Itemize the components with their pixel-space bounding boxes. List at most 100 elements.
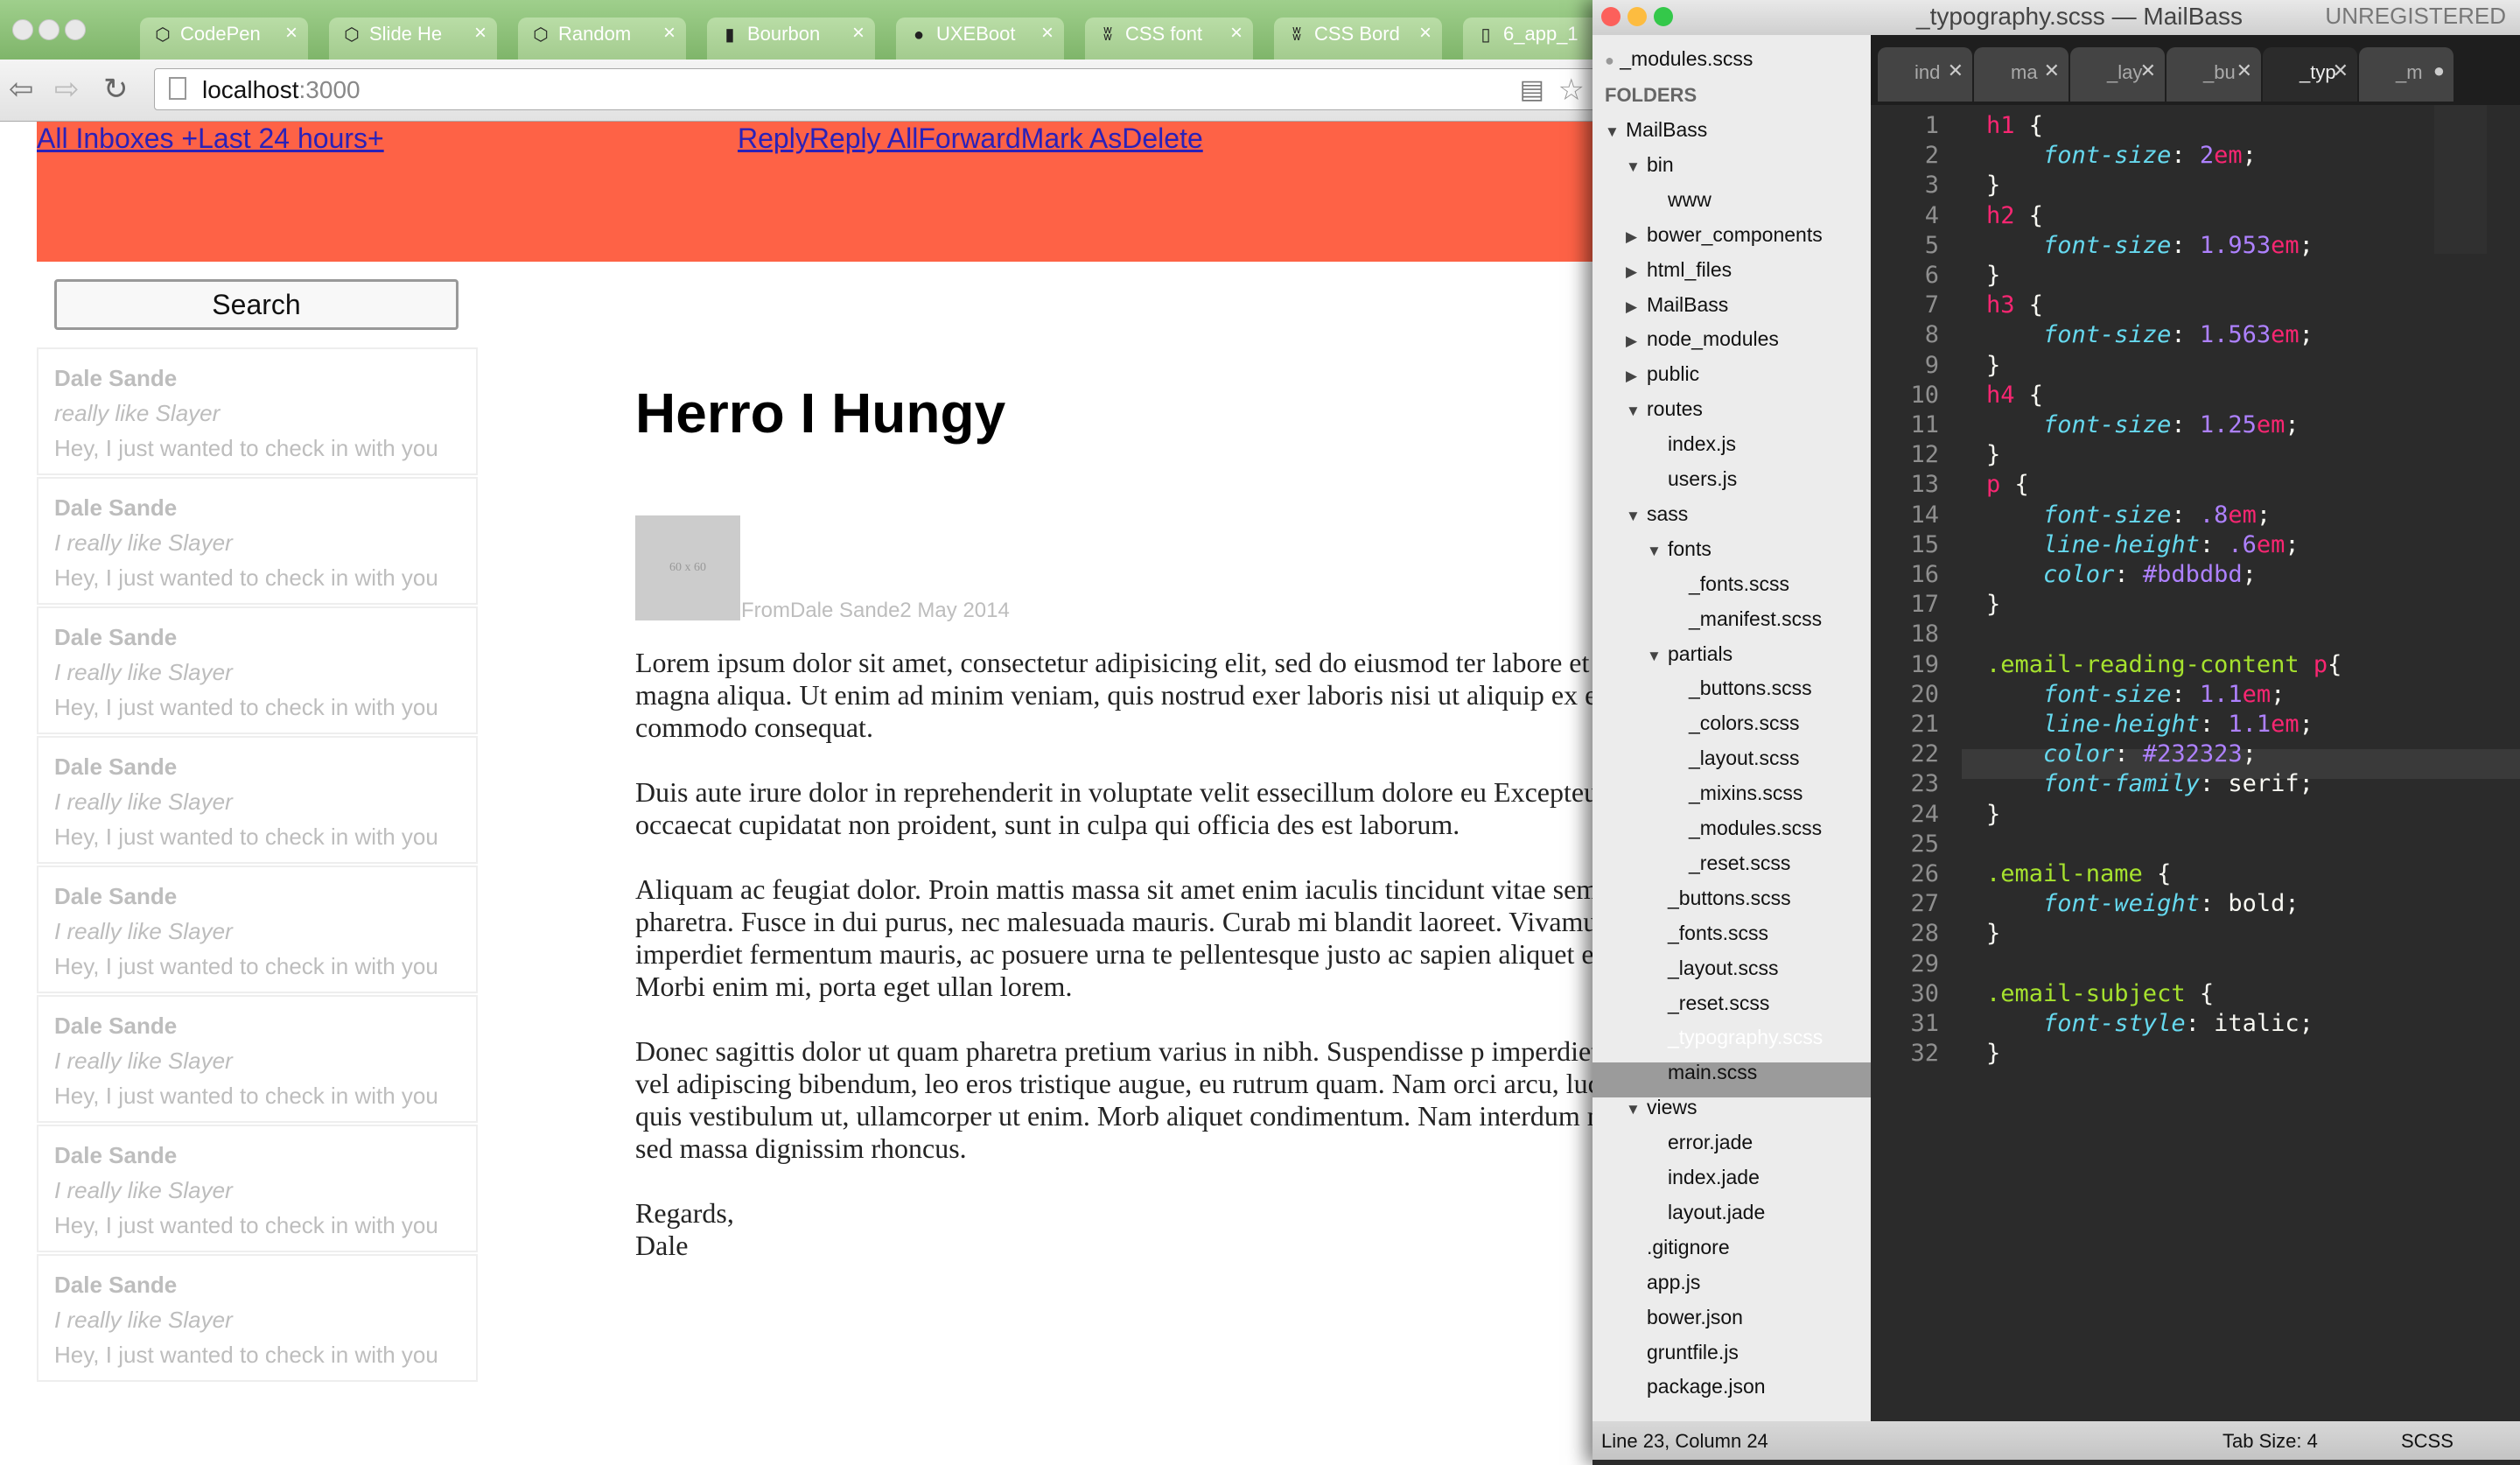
tree-file-item[interactable]: _reset.scss xyxy=(1647,992,1769,1015)
email-list-item[interactable]: Dale Sande I really like Slayer Hey, I jus… xyxy=(37,1125,478,1252)
browser-tab[interactable]: ● UXEBoot × xyxy=(896,18,1064,60)
tree-file-item[interactable]: error.jade xyxy=(1647,1131,1753,1154)
tree-folder-item[interactable]: ▶ bower_components xyxy=(1626,223,1823,247)
tree-file-item[interactable]: index.js xyxy=(1647,432,1736,456)
window-close-light[interactable] xyxy=(12,19,33,40)
tab-size-selector[interactable]: Tab Size: 4 xyxy=(2222,1430,2318,1453)
close-icon[interactable]: × xyxy=(1230,21,1242,46)
disclosure-open-icon[interactable]: ▼ xyxy=(1605,123,1626,141)
tree-file-item[interactable]: _reset.scss xyxy=(1668,852,1790,875)
disclosure-closed-icon[interactable]: ▶ xyxy=(1626,333,1647,350)
disclosure-closed-icon[interactable]: ▶ xyxy=(1626,263,1647,281)
forward-arrow-icon[interactable]: ⇨ xyxy=(54,72,80,107)
browser-tab[interactable]: ʬ CSS Bord × xyxy=(1274,18,1442,60)
tree-file-item[interactable]: _buttons.scss xyxy=(1668,676,1812,700)
tree-file-item[interactable]: _mixins.scss xyxy=(1668,782,1802,805)
browser-tab[interactable]: ▯6_app_1× xyxy=(1463,18,1610,60)
editor-file-tab[interactable]: _bu ✕ xyxy=(2166,47,2261,102)
tree-file-item[interactable]: users.js xyxy=(1647,467,1737,491)
close-icon[interactable]: × xyxy=(663,21,676,46)
close-icon[interactable]: ✕ xyxy=(2044,60,2060,82)
close-icon[interactable]: ✕ xyxy=(1948,60,1964,82)
email-list-item[interactable]: Dale Sande I really like Slayer Hey, I jus… xyxy=(37,477,478,605)
close-icon[interactable]: × xyxy=(852,21,864,46)
window-zoom-light[interactable] xyxy=(65,19,86,40)
search-button[interactable]: Search xyxy=(54,279,458,330)
close-icon[interactable]: ✕ xyxy=(2140,60,2156,82)
email-list-item[interactable]: Dale Sande I really like Slayer Hey, I jus… xyxy=(37,1254,478,1382)
disclosure-open-icon[interactable]: ▼ xyxy=(1647,543,1668,560)
tree-folder-item[interactable]: ▼ routes xyxy=(1626,397,1703,421)
disclosure-open-icon[interactable]: ▼ xyxy=(1626,158,1647,176)
disclosure-open-icon[interactable]: ▼ xyxy=(1626,1101,1647,1118)
disclosure-open-icon[interactable]: ▼ xyxy=(1626,403,1647,420)
close-icon[interactable]: × xyxy=(1419,21,1432,46)
email-list-item[interactable]: Dale Sande I really like Slayer Hey, I jus… xyxy=(37,606,478,734)
tree-folder-item[interactable]: ▶ node_modules xyxy=(1626,327,1779,351)
tree-file-item[interactable]: main.scss xyxy=(1647,1061,1757,1084)
editor-zoom-light[interactable] xyxy=(1654,7,1673,26)
tree-file-item[interactable]: _modules.scss xyxy=(1668,817,1822,840)
tree-folder-item[interactable]: ▼ views xyxy=(1626,1096,1698,1119)
tree-file-item[interactable]: app.js xyxy=(1626,1271,1700,1294)
tree-file-item[interactable]: gruntfile.js xyxy=(1626,1341,1739,1364)
email-list-item[interactable]: Dale Sande I really like Slayer Hey, I jus… xyxy=(37,866,478,993)
close-icon[interactable]: × xyxy=(285,21,298,46)
editor-file-tab[interactable]: _m ● xyxy=(2359,47,2454,102)
tree-folder-item[interactable]: ▶ public xyxy=(1626,362,1699,386)
email-list-item[interactable]: Dale Sande I really like Slayer Hey, I jus… xyxy=(37,995,478,1123)
window-minimize-light[interactable] xyxy=(38,19,60,40)
tree-folder-item[interactable]: ▼ MailBass xyxy=(1605,118,1707,142)
disclosure-closed-icon[interactable]: ▶ xyxy=(1626,368,1647,385)
browser-tab[interactable]: ⬡ Random × xyxy=(518,18,686,60)
reader-view-icon[interactable]: ▤ xyxy=(1520,74,1544,105)
tree-file-item[interactable]: _layout.scss xyxy=(1668,747,1800,770)
tree-folder-item[interactable]: ▶ html_files xyxy=(1626,258,1732,282)
tree-file-item[interactable]: _fonts.scss xyxy=(1647,922,1768,945)
editor-minimize-light[interactable] xyxy=(1628,7,1647,26)
minimap[interactable] xyxy=(2434,105,2487,254)
all-inboxes-link[interactable]: All Inboxes +Last 24 hours+ xyxy=(37,123,384,155)
disclosure-open-icon[interactable]: ▼ xyxy=(1647,648,1668,665)
close-icon[interactable]: × xyxy=(474,21,486,46)
editor-file-tab[interactable]: ma ✕ xyxy=(1974,47,2068,102)
address-bar[interactable]: localhost:3000 ▤ ☆ xyxy=(154,68,1598,110)
tree-folder-item[interactable]: ▶ MailBass xyxy=(1626,293,1728,317)
browser-tab[interactable]: ⬡ CodePen × xyxy=(140,18,308,60)
email-list-item[interactable]: Dale Sande really like Slayer Hey, I just … xyxy=(37,347,478,475)
tree-folder-item[interactable]: ▼ fonts xyxy=(1647,537,1712,561)
tree-file-item[interactable]: www xyxy=(1647,188,1712,212)
tree-file-item[interactable]: _buttons.scss xyxy=(1647,887,1791,910)
open-file-item[interactable]: ● _modules.scss xyxy=(1605,47,1753,71)
browser-tab[interactable]: ʬ CSS font × xyxy=(1085,18,1253,60)
editor-file-tab[interactable]: _typ ✕ xyxy=(2263,47,2357,102)
unsaved-dot-icon[interactable]: ● xyxy=(2433,60,2445,82)
tree-folder-item[interactable]: ▼ sass xyxy=(1626,502,1688,526)
email-list-item[interactable]: Dale Sande I really like Slayer Hey, I jus… xyxy=(37,736,478,864)
tree-file-item[interactable]: package.json xyxy=(1626,1375,1766,1398)
disclosure-closed-icon[interactable]: ▶ xyxy=(1626,298,1647,316)
tree-folder-item[interactable]: ▼ bin xyxy=(1626,153,1674,177)
browser-tab[interactable]: ⬡ Slide He × xyxy=(329,18,497,60)
tree-file-item[interactable]: _fonts.scss xyxy=(1668,572,1789,596)
editor-file-tab[interactable]: ind ✕ xyxy=(1878,47,1972,102)
tree-file-item[interactable]: bower.json xyxy=(1626,1306,1743,1329)
disclosure-closed-icon[interactable]: ▶ xyxy=(1626,228,1647,246)
close-icon[interactable]: × xyxy=(1041,21,1054,46)
bookmark-star-icon[interactable]: ☆ xyxy=(1558,73,1585,108)
tree-file-item[interactable]: _typography.scss xyxy=(1647,1026,1823,1049)
tree-file-item[interactable]: _manifest.scss xyxy=(1668,607,1822,631)
browser-tab[interactable]: ▮ Bourbon × xyxy=(707,18,875,60)
tree-file-item[interactable]: _layout.scss xyxy=(1647,957,1779,980)
close-icon[interactable]: ✕ xyxy=(2236,60,2252,82)
back-arrow-icon[interactable]: ⇦ xyxy=(9,72,34,107)
message-actions-link[interactable]: ReplyReply AllForwardMark AsDelete xyxy=(738,123,1203,155)
tree-file-item[interactable]: layout.jade xyxy=(1647,1201,1765,1224)
tree-folder-item[interactable]: ▼ partials xyxy=(1647,642,1732,666)
close-icon[interactable]: ✕ xyxy=(2333,60,2348,82)
reload-icon[interactable]: ↻ xyxy=(103,72,129,107)
tree-file-item[interactable]: .gitignore xyxy=(1626,1236,1730,1259)
tree-file-item[interactable]: index.jade xyxy=(1647,1166,1760,1189)
editor-close-light[interactable] xyxy=(1601,7,1620,26)
tree-file-item[interactable]: _colors.scss xyxy=(1668,711,1800,735)
